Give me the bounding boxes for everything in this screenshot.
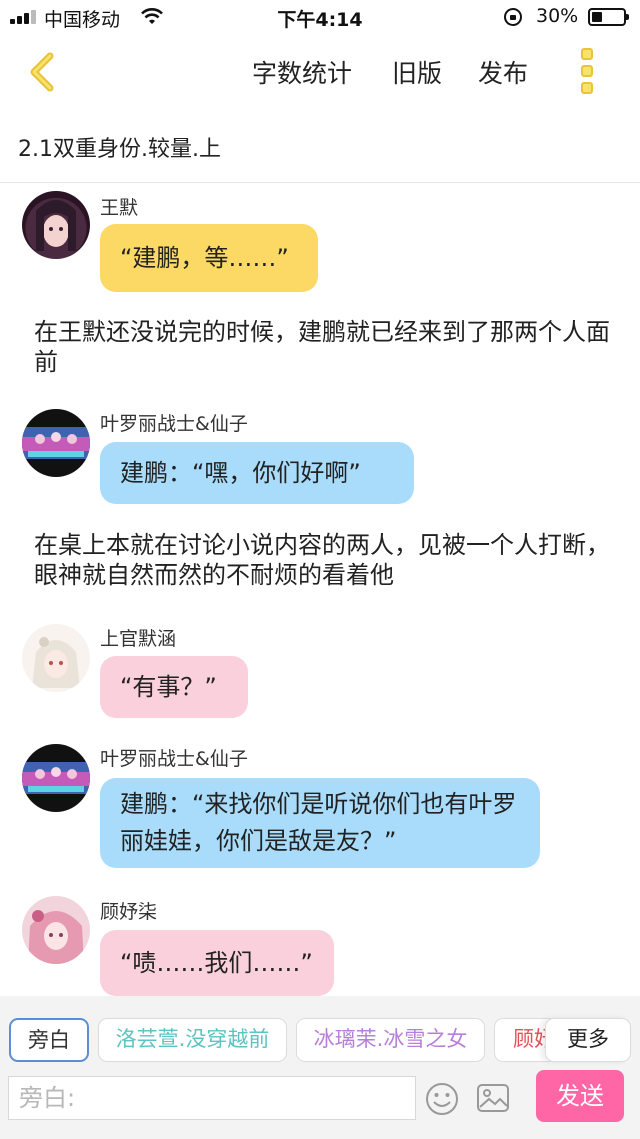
more-vertical-icon[interactable]: [578, 48, 600, 96]
avatar[interactable]: [22, 191, 90, 259]
message-input[interactable]: [9, 1077, 415, 1119]
sender-name: 上官默涵: [100, 628, 177, 650]
top-nav: 字数统计 旧版 发布: [0, 34, 640, 110]
battery-icon: [588, 8, 629, 26]
avatar[interactable]: [22, 409, 90, 477]
avatar-portrait: [22, 427, 90, 459]
send-button[interactable]: 发送: [536, 1070, 624, 1122]
rotation-lock-icon: [504, 8, 522, 26]
avatar-portrait: [36, 200, 76, 251]
sender-name: 叶罗丽战士&仙子: [100, 748, 248, 770]
chevron-left-icon[interactable]: [24, 52, 60, 92]
divider: [0, 182, 640, 183]
old-version-button[interactable]: 旧版: [392, 54, 442, 90]
narration-text[interactable]: 在桌上本就在讨论小说内容的两人，见被一个人打断，眼神就自然而然的不耐烦的看着他: [34, 530, 614, 590]
narration-text[interactable]: 在王默还没说完的时候，建鹏就已经来到了那两个人面前: [34, 317, 614, 377]
smiley-icon[interactable]: [425, 1082, 459, 1116]
avatar[interactable]: [22, 624, 90, 692]
chapter-title[interactable]: 2.1双重身份.较量.上: [18, 131, 221, 163]
message-input-box[interactable]: [8, 1076, 416, 1120]
avatar-portrait: [28, 910, 84, 964]
more-roles-button[interactable]: 更多: [545, 1018, 631, 1062]
sender-name: 顾妤柒: [100, 901, 158, 923]
dialog-bubble[interactable]: 建鹏：“嘿，你们好啊”: [100, 442, 414, 504]
avatar-portrait: [22, 762, 90, 794]
dialog-bubble[interactable]: “啧……我们……”: [100, 930, 334, 996]
sender-name: 王默: [100, 197, 139, 219]
publish-button[interactable]: 发布: [478, 54, 528, 90]
dialog-bubble[interactable]: 建鹏：“来找你们是听说你们也有叶罗丽娃娃，你们是敌是友？”: [100, 778, 540, 868]
sender-name: 叶罗丽战士&仙子: [100, 413, 248, 435]
role-chip-narrator[interactable]: 旁白: [9, 1018, 89, 1062]
word-count-button[interactable]: 字数统计: [252, 54, 352, 90]
role-chip[interactable]: 洛芸萱.没穿越前: [98, 1018, 287, 1062]
avatar[interactable]: [22, 896, 90, 964]
image-icon[interactable]: [476, 1083, 510, 1113]
composer-bar: 旁白 洛芸萱.没穿越前 冰璃茉.冰雪之女 顾妤 更多 发送: [0, 996, 640, 1139]
dialog-bubble[interactable]: “有事？”: [100, 656, 248, 718]
role-chip[interactable]: 冰璃茉.冰雪之女: [296, 1018, 485, 1062]
status-bar: 中国移动 下午4:14 30%: [0, 0, 640, 34]
avatar-portrait: [32, 637, 80, 688]
avatar[interactable]: [22, 744, 90, 812]
battery-percent: 30%: [536, 5, 579, 27]
dialog-bubble[interactable]: “建鹏，等……”: [100, 224, 318, 292]
